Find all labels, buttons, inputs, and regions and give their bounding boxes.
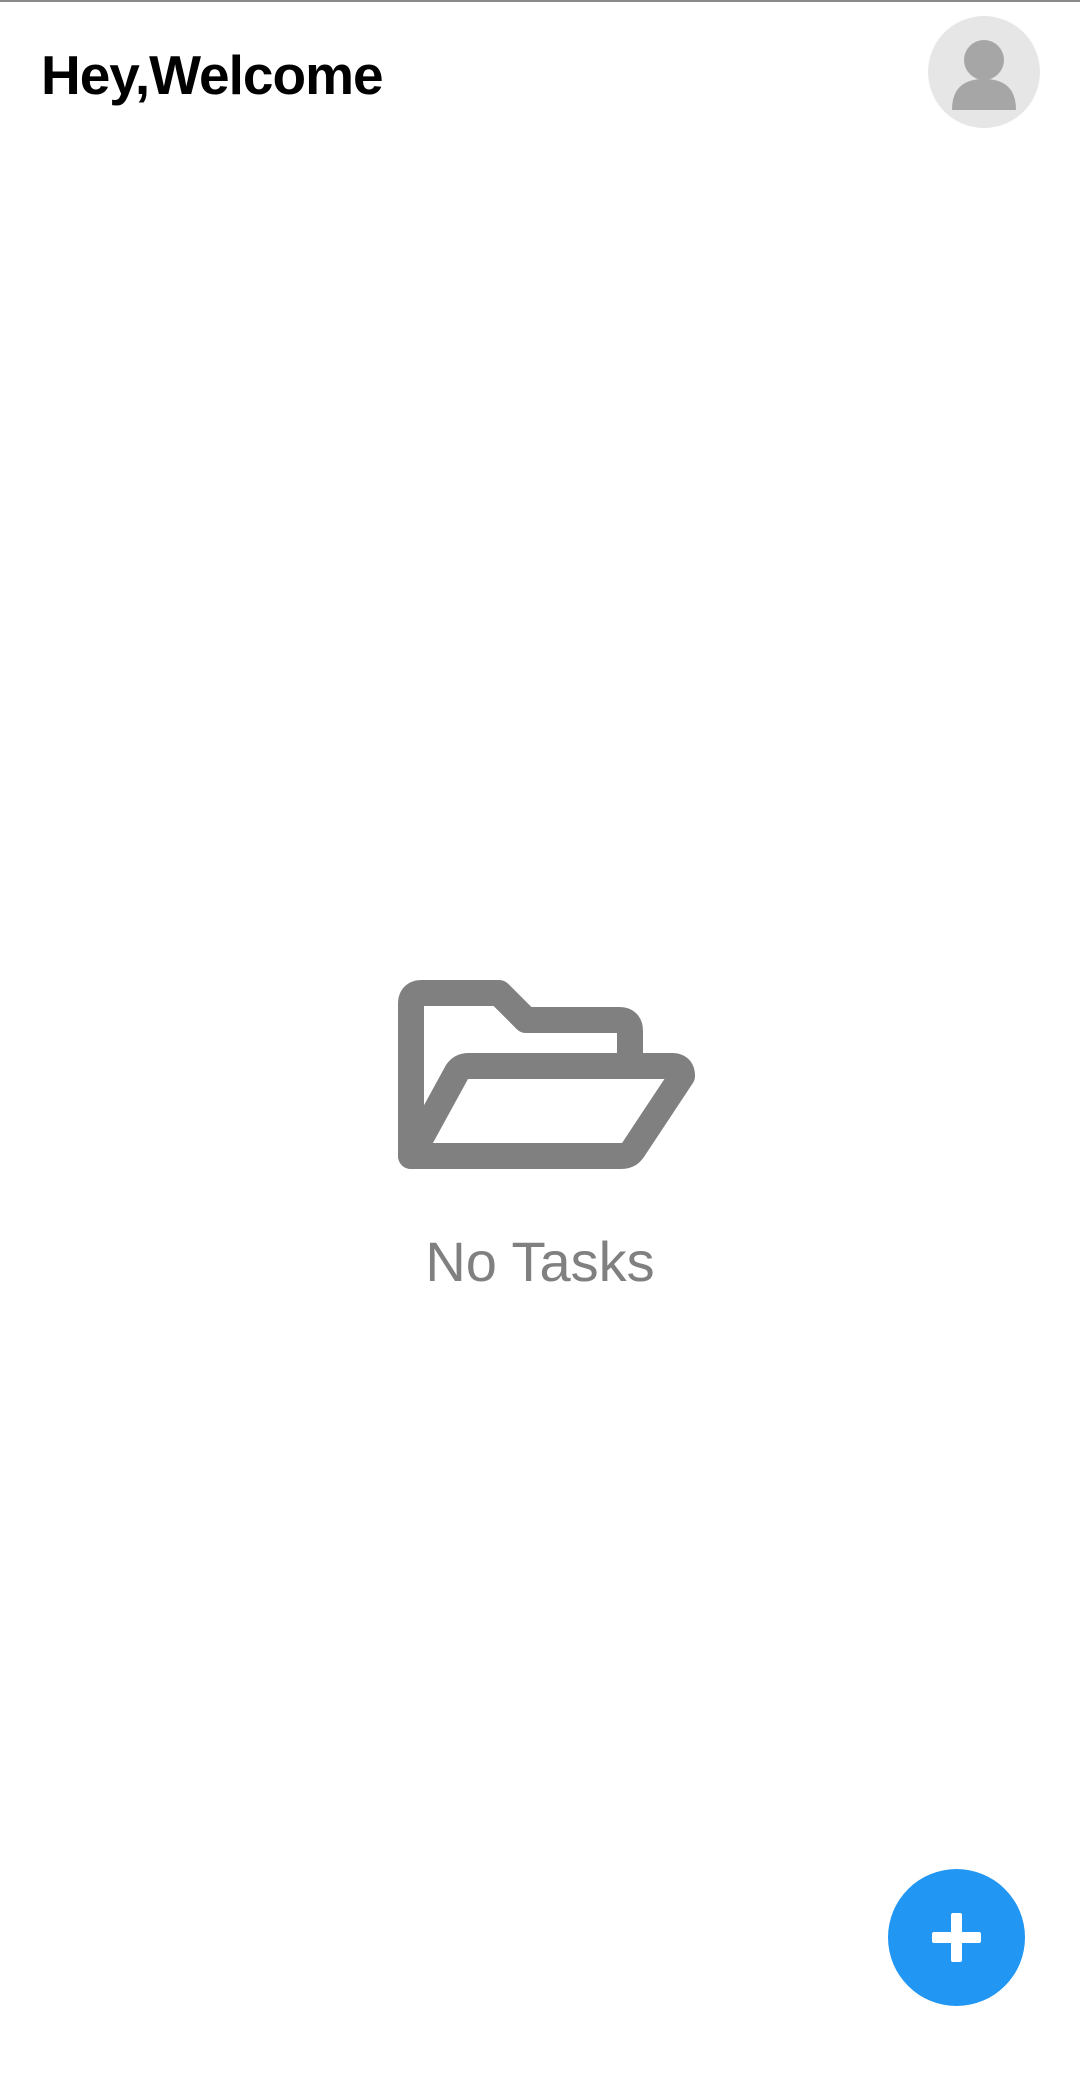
user-avatar-icon (952, 40, 1016, 110)
header: Hey,Welcome (0, 2, 1080, 152)
empty-state: No Tasks (0, 972, 1080, 1292)
profile-avatar-button[interactable] (928, 16, 1040, 128)
plus-icon (932, 1913, 981, 1962)
app-screen: Hey,Welcome No Tasks (0, 0, 1080, 2085)
add-task-button[interactable] (888, 1869, 1025, 2006)
greeting-title: Hey,Welcome (41, 44, 384, 106)
empty-state-message: No Tasks (425, 1230, 655, 1293)
folder-open-icon (398, 980, 695, 1169)
